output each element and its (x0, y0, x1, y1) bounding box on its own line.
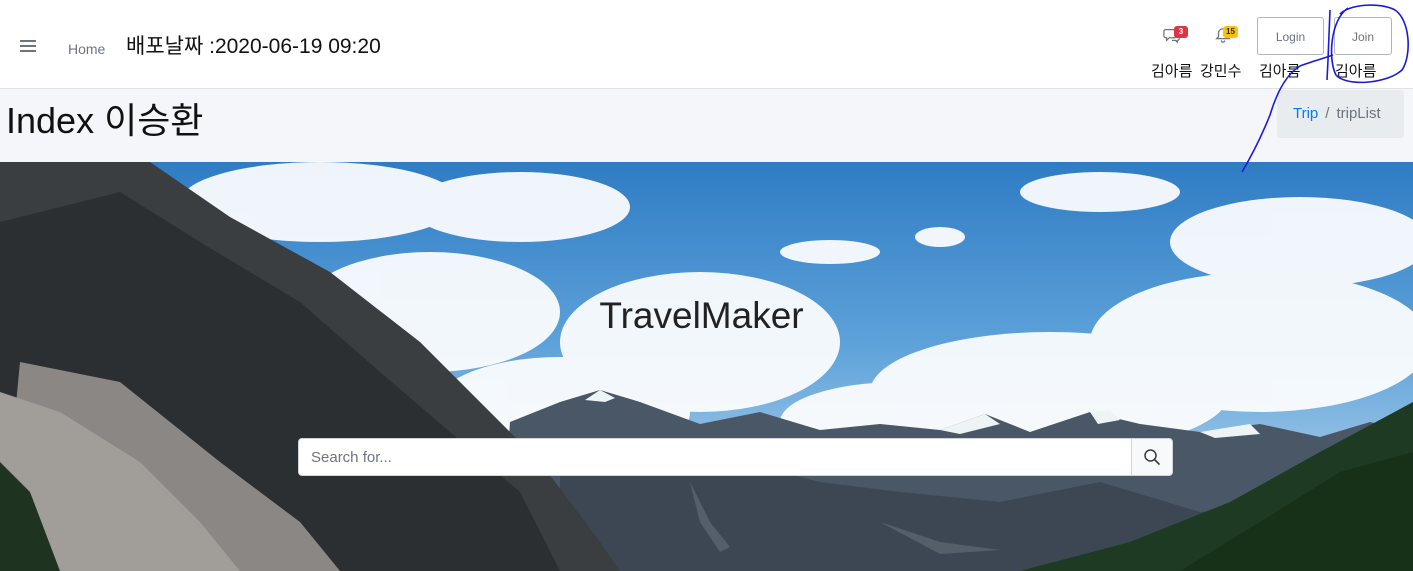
join-button[interactable]: Join (1334, 17, 1392, 55)
hamburger-bar (20, 45, 36, 47)
breadcrumb: Trip / tripList (1277, 90, 1404, 138)
join-user-name: 김아름 (1335, 63, 1377, 80)
top-navbar: Home 배포날짜 :2020-06-19 09:20 3 김아름 15 강민수… (0, 0, 1413, 89)
search-icon (1144, 449, 1160, 465)
home-link[interactable]: Home (68, 41, 105, 57)
hamburger-bar (20, 40, 36, 42)
notifications-user-name: 강민수 (1200, 63, 1242, 80)
hero-banner: TravelMaker (0, 162, 1413, 571)
menu-toggle-button[interactable] (20, 40, 36, 54)
mountain-landscape-image (0, 162, 1413, 571)
hero-title-text: TravelMaker (599, 295, 804, 336)
messages-button[interactable]: 3 (1163, 26, 1188, 46)
search-button[interactable] (1131, 438, 1173, 476)
messages-badge: 3 (1174, 26, 1188, 38)
hamburger-bar (20, 50, 36, 52)
deploy-date-text: 배포날짜 :2020-06-19 09:20 (126, 35, 381, 58)
hero-title: TravelMaker (0, 295, 1413, 337)
notifications-button[interactable]: 15 (1214, 26, 1238, 46)
breadcrumb-current: tripList (1336, 105, 1381, 122)
messages-user-name: 김아름 (1151, 63, 1193, 80)
login-button[interactable]: Login (1257, 17, 1324, 55)
notifications-badge: 15 (1223, 26, 1238, 38)
search-input[interactable] (298, 438, 1132, 476)
breadcrumb-separator: / (1325, 105, 1330, 122)
page-title: Index 이승환 (6, 100, 204, 141)
content-header: Index 이승환 Trip / tripList (0, 89, 1413, 162)
breadcrumb-link-trip[interactable]: Trip (1293, 105, 1318, 122)
login-user-name: 김아름 (1259, 63, 1301, 80)
search-group (298, 438, 1173, 476)
